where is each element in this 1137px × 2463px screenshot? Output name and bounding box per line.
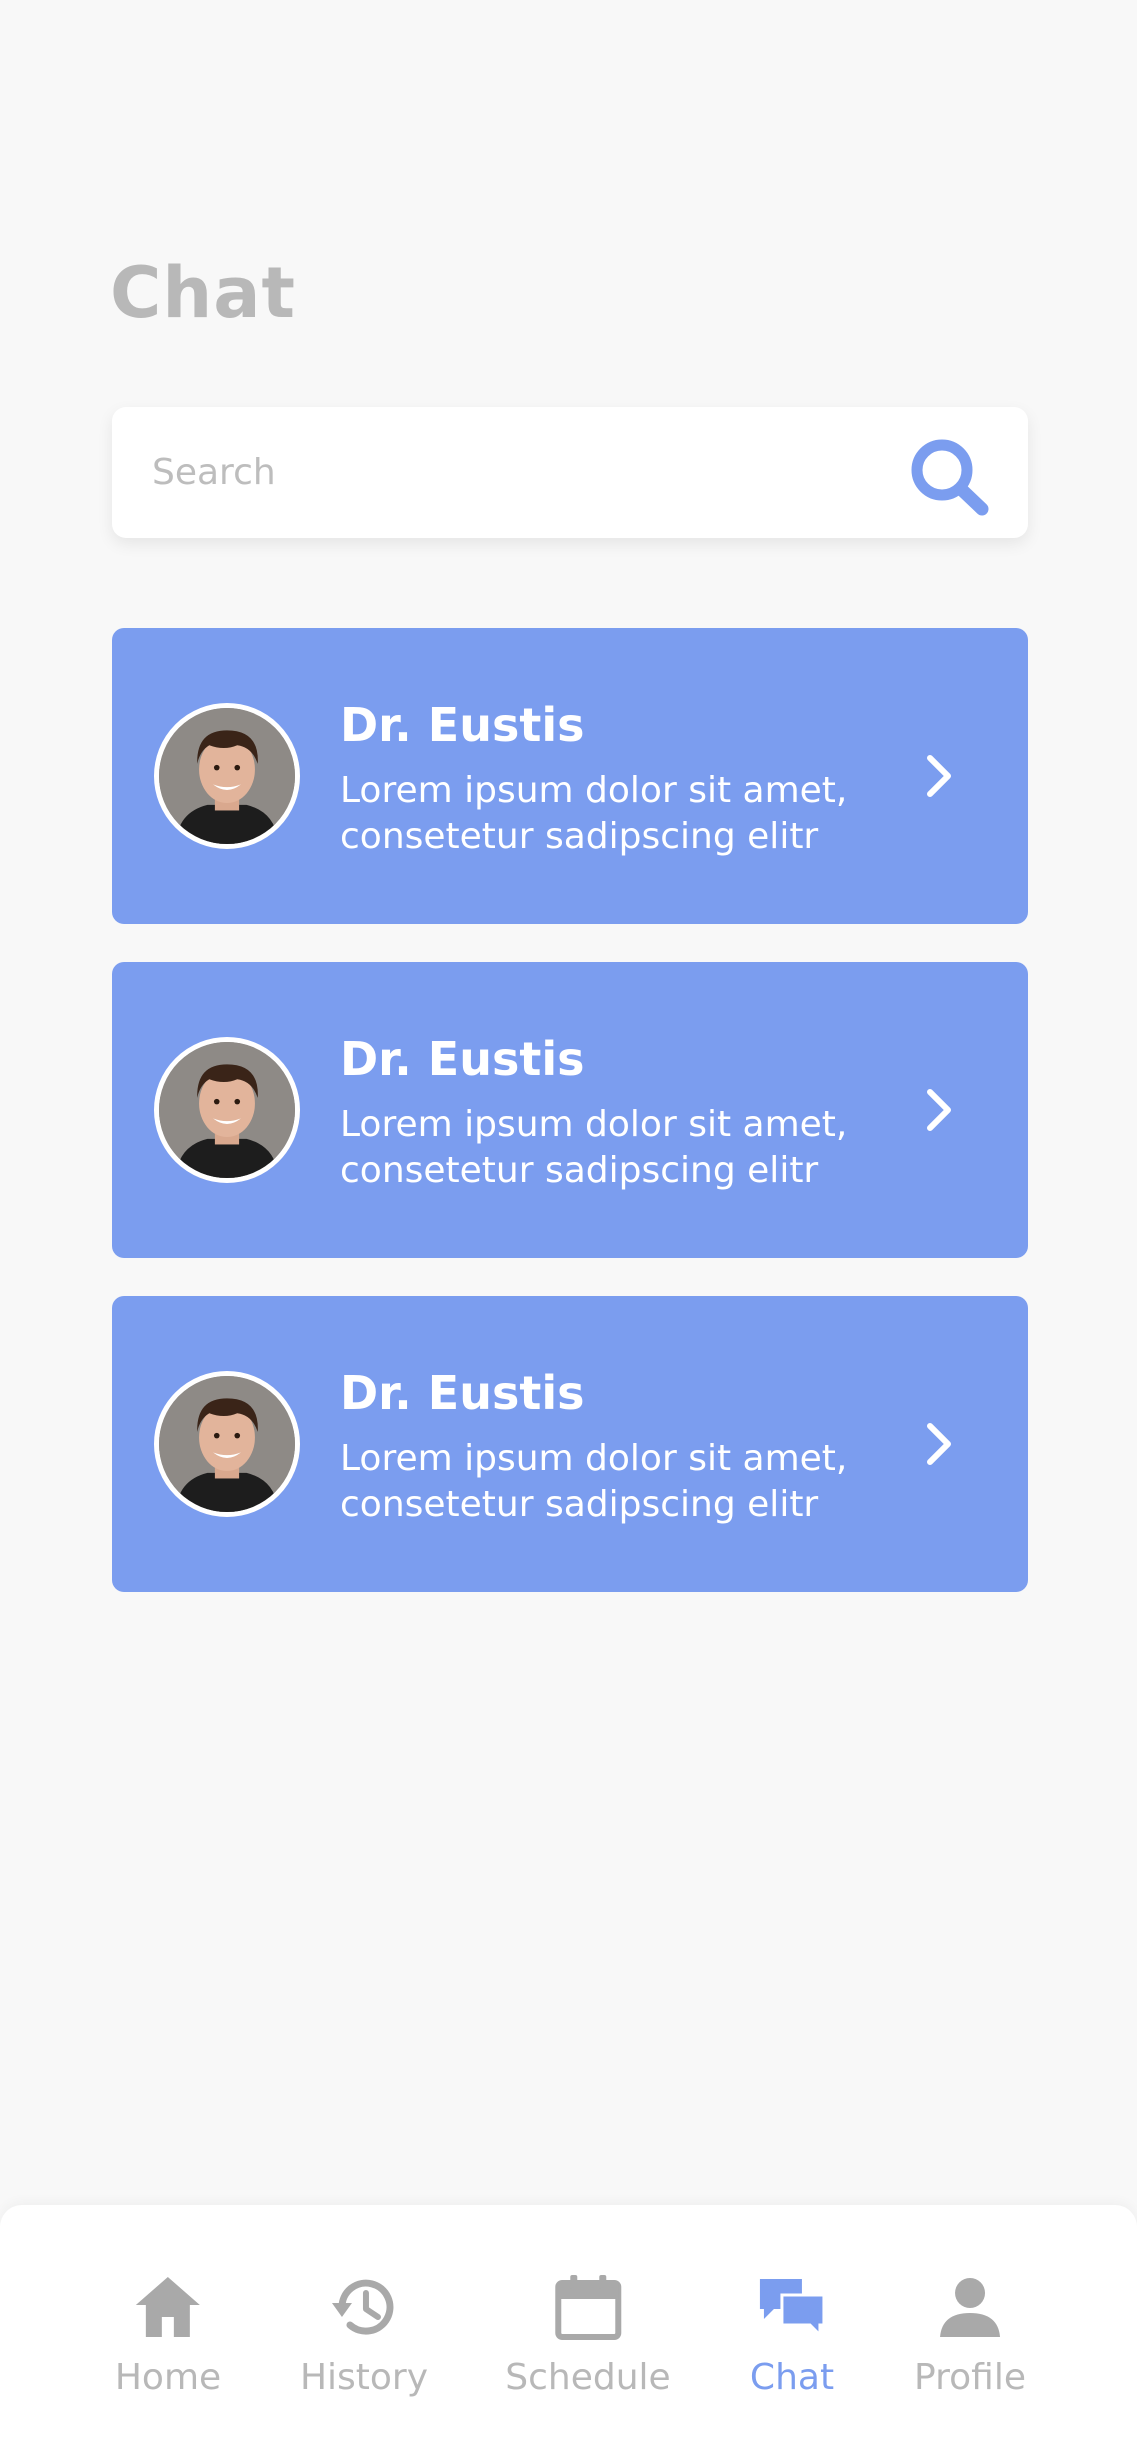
chat-preview: Lorem ipsum dolor sit amet, consetetur s…	[340, 770, 848, 857]
chevron-right-icon[interactable]	[920, 1080, 960, 1140]
nav-item-profile[interactable]: Profile	[914, 2271, 1026, 2398]
chat-list-item[interactable]: Dr. Eustis Lorem ipsum dolor sit amet, c…	[112, 1296, 1028, 1592]
chat-preview: Lorem ipsum dolor sit amet, consetetur s…	[340, 1438, 848, 1525]
chat-list: Dr. Eustis Lorem ipsum dolor sit amet, c…	[112, 628, 1028, 1630]
search-input[interactable]	[152, 407, 892, 538]
chat-name: Dr. Eustis	[340, 698, 585, 752]
chat-preview: Lorem ipsum dolor sit amet, consetetur s…	[340, 1104, 848, 1191]
chat-screen: Chat Dr. Eustis Lorem	[0, 0, 1137, 2463]
nav-item-chat[interactable]: Chat	[750, 2271, 834, 2398]
profile-icon	[940, 2278, 1000, 2337]
nav-item-history[interactable]: History	[300, 2271, 428, 2398]
nav-label: Chat	[749, 2357, 835, 2398]
chat-list-item[interactable]: Dr. Eustis Lorem ipsum dolor sit amet, c…	[112, 962, 1028, 1258]
history-icon	[331, 2279, 394, 2335]
search-icon[interactable]	[906, 437, 996, 517]
page-title: Chat	[110, 252, 296, 334]
nav-item-schedule[interactable]: Schedule	[505, 2271, 671, 2398]
chevron-right-icon[interactable]	[920, 1414, 960, 1474]
chat-list-item[interactable]: Dr. Eustis Lorem ipsum dolor sit amet, c…	[112, 628, 1028, 924]
doctor-photo	[159, 1376, 295, 1512]
doctor-photo	[159, 708, 295, 844]
home-icon	[136, 2277, 200, 2337]
chat-name: Dr. Eustis	[340, 1366, 585, 1420]
avatar	[154, 703, 300, 849]
nav-label: History	[299, 2357, 429, 2398]
calendar-icon	[555, 2275, 621, 2340]
nav-label: Home	[114, 2357, 222, 2398]
chevron-right-icon[interactable]	[920, 746, 960, 806]
bottom-navigation: Home History Schedule Chat Profile	[0, 2205, 1137, 2463]
chat-name: Dr. Eustis	[340, 1032, 585, 1086]
search-bar	[112, 407, 1028, 538]
avatar	[154, 1037, 300, 1183]
nav-label: Schedule	[505, 2357, 671, 2398]
nav-item-home[interactable]: Home	[115, 2271, 221, 2398]
avatar	[154, 1371, 300, 1517]
nav-label: Profile	[914, 2357, 1026, 2398]
doctor-photo	[159, 1042, 295, 1178]
chat-icon	[759, 2279, 826, 2339]
